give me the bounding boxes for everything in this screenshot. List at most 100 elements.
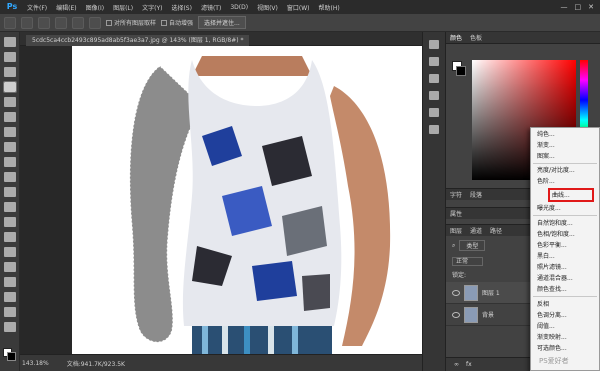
zoom-tool-icon[interactable] [3,322,16,332]
pen-tool-icon[interactable] [3,247,16,257]
menu-item-brightness-contrast[interactable]: 亮度/对比度... [537,165,575,176]
lock-label: 锁定: [452,272,467,279]
checkbox-box [161,19,168,26]
tab-character[interactable]: 字符 [450,190,462,199]
tab-paths[interactable]: 路径 [490,226,502,235]
layer-name[interactable]: 背景 [482,310,494,319]
brush-settings-icon[interactable] [429,74,439,83]
close-icon[interactable]: ✕ [588,3,594,11]
menu-item-exposure[interactable]: 曝光度... [537,203,561,214]
menu-item-color-balance[interactable]: 色彩平衡... [537,240,567,251]
character-icon[interactable] [429,125,439,134]
hand-tool-icon[interactable] [3,307,16,317]
healing-brush-tool-icon[interactable] [3,127,16,137]
menu-image[interactable]: 图像(I) [86,3,104,12]
menu-filter[interactable]: 滤镜(T) [201,3,221,12]
visibility-eye-icon[interactable] [452,289,460,296]
menu-type[interactable]: 文字(Y) [142,3,162,12]
marquee-tool-icon[interactable] [3,52,16,62]
menu-item-color-lookup[interactable]: 颜色查找... [537,284,567,295]
history-brush-tool-icon[interactable] [3,172,16,182]
maximize-icon[interactable]: □ [575,3,582,11]
menu-item-gradient[interactable]: 渐变... [537,140,555,151]
menu-3d[interactable]: 3D(D) [230,4,248,11]
auto-enhance-checkbox[interactable]: 自动增强 [161,18,193,27]
tab-channels[interactable]: 通道 [470,226,482,235]
menu-separator [533,215,597,216]
eyedropper-tool-icon[interactable] [3,112,16,122]
dodge-tool-icon[interactable] [3,232,16,242]
layer-name[interactable]: 图层 1 [482,288,500,297]
tab-swatches[interactable]: 色板 [470,33,482,42]
subtract-selection-icon[interactable] [55,16,67,29]
menu-item-invert[interactable]: 反相 [537,299,549,310]
panel-icon-dock [422,32,446,371]
tab-properties[interactable]: 属性 [450,209,462,218]
menu-window[interactable]: 窗口(W) [287,3,310,12]
actions-icon[interactable] [429,57,439,66]
paragraph-icon[interactable] [429,108,439,117]
menu-select[interactable]: 选择(S) [171,3,192,12]
menu-view[interactable]: 视图(V) [257,3,278,12]
brush-angle-icon[interactable] [89,16,101,29]
menu-item-photo-filter[interactable]: 照片滤镜... [537,262,567,273]
menu-edit[interactable]: 编辑(E) [56,3,76,12]
gradient-tool-icon[interactable] [3,202,16,212]
blend-mode-select[interactable]: 正常 [452,257,484,266]
fx-icon[interactable]: fx [466,361,472,368]
clone-source-icon[interactable] [429,91,439,100]
menu-item-solid-color[interactable]: 纯色... [537,129,555,140]
menu-item-selective-color[interactable]: 可选颜色... [537,343,567,354]
brush-tool-icon[interactable] [3,142,16,152]
menu-file[interactable]: 文件(F) [27,3,47,12]
photoshop-logo: Ps [6,2,18,11]
menu-item-black-white[interactable]: 黑白... [537,251,555,262]
document-tab-bar: 5cdc5ca4ccb2493c895ad8ab5f3ae3a7.jpg @ 1… [20,32,422,46]
document-tab[interactable]: 5cdc5ca4ccb2493c895ad8ab5f3ae3a7.jpg @ 1… [26,35,250,46]
options-bar: 对所有图层取样 自动增强 选择并遮住... [0,14,600,32]
menu-item-gradient-map[interactable]: 渐变映射... [537,332,567,343]
image-canvas[interactable] [72,46,422,354]
tab-paragraph[interactable]: 段落 [470,190,482,199]
shape-tool-icon[interactable] [3,292,16,302]
brush-size-picker[interactable] [72,16,84,29]
history-icon[interactable] [429,40,439,49]
menu-item-posterize[interactable]: 色调分离... [537,310,567,321]
menu-item-hue-saturation[interactable]: 色相/饱和度... [537,229,575,240]
tab-layers[interactable]: 图层 [450,226,462,235]
background-color-swatch[interactable] [7,352,16,361]
crop-tool-icon[interactable] [3,97,16,107]
menu-item-levels[interactable]: 色阶... [537,176,555,187]
new-selection-icon[interactable] [21,16,33,29]
path-selection-tool-icon[interactable] [3,277,16,287]
visibility-eye-icon[interactable] [452,311,460,318]
quick-select-tool-icon[interactable] [4,16,16,29]
window-controls: — □ ✕ [561,3,595,11]
panel-background-swatch[interactable] [456,66,466,76]
sample-all-layers-checkbox[interactable]: 对所有图层取样 [106,18,156,27]
layer-kind-filter[interactable]: 类型 [459,240,486,251]
tab-color[interactable]: 颜色 [450,33,462,42]
quick-selection-tool-icon[interactable] [2,81,17,93]
select-and-mask-button[interactable]: 选择并遮住... [198,16,246,29]
menu-item-vibrance[interactable]: 自然饱和度... [537,218,573,229]
type-tool-icon[interactable] [3,262,16,272]
color-panel-tabs: 颜色 色板 [446,32,600,44]
minimize-icon[interactable]: — [561,3,568,11]
link-layers-icon[interactable]: ∞ [454,361,459,368]
add-to-selection-icon[interactable] [38,16,50,29]
menu-item-channel-mixer[interactable]: 通道混合器... [537,273,573,284]
tools-panel [0,32,20,371]
clone-stamp-tool-icon[interactable] [3,157,16,167]
lasso-tool-icon[interactable] [3,67,16,77]
move-tool-icon[interactable] [3,37,16,47]
menu-item-pattern[interactable]: 图案... [537,151,555,162]
zoom-level[interactable]: 143.18% [22,360,49,367]
blur-tool-icon[interactable] [3,217,16,227]
menu-help[interactable]: 帮助(H) [319,3,340,12]
eraser-tool-icon[interactable] [3,187,16,197]
camo-patch [252,261,297,301]
menu-layer[interactable]: 图层(L) [113,3,133,12]
auto-enhance-label: 自动增强 [169,20,194,27]
menu-item-threshold[interactable]: 阈值... [537,321,555,332]
